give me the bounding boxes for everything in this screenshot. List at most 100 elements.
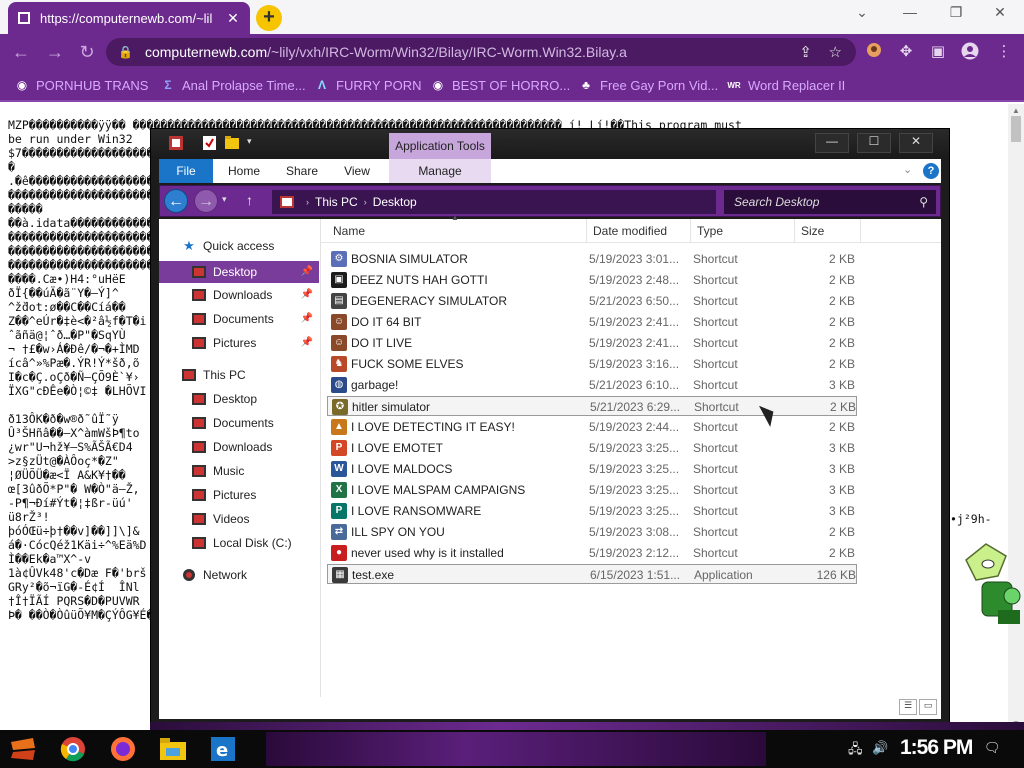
bookmark-item[interactable]: ◉ BEST OF HORRO...	[430, 77, 570, 93]
tab-view[interactable]: View	[335, 159, 379, 183]
up-folder-button[interactable]: ↑	[246, 192, 253, 208]
address-bar[interactable]: 🔒 computernewb.com/~lily/vxh/IRC-Worm/Wi…	[106, 38, 856, 66]
tab-share[interactable]: Share	[277, 159, 327, 183]
new-folder-icon[interactable]	[225, 136, 239, 152]
nav-pc-videos[interactable]: Videos	[159, 508, 319, 530]
bookmark-item[interactable]: Σ Anal Prolapse Time...	[160, 77, 305, 93]
file-row[interactable]: ⇄ ILL SPY ON YOU 5/19/2023 3:08... Shortcut…	[327, 522, 857, 542]
edge-taskbar-icon[interactable]: e	[208, 734, 238, 764]
file-row[interactable]: ☺ DO IT 64 BIT 5/19/2023 2:41... Shortcut 2 …	[327, 312, 857, 332]
network-tray-icon[interactable]: 🖧	[848, 740, 863, 762]
start-button[interactable]	[8, 734, 38, 764]
explorer-minimize-button[interactable]: —	[815, 133, 849, 153]
column-type[interactable]: Type	[691, 219, 795, 243]
explorer-maximize-button[interactable]: ☐	[857, 133, 891, 153]
downloads-icon	[191, 439, 207, 455]
explorer-close-button[interactable]: ✕	[899, 133, 933, 153]
chrome-taskbar-icon[interactable]	[58, 734, 88, 764]
page-scrollbar[interactable]: ▲ ▼	[1008, 104, 1024, 730]
file-row[interactable]: ▣ DEEZ NUTS HAH GOTTI 5/19/2023 2:48... Sho…	[327, 270, 857, 290]
file-row[interactable]: ▦ test.exe 6/15/2023 1:51... Application 126…	[327, 564, 857, 584]
file-row[interactable]: X I LOVE MALSPAM CAMPAIGNS 5/19/2023 3:25.…	[327, 480, 857, 500]
help-icon[interactable]: ?	[923, 163, 939, 179]
close-window-button[interactable]: ✕	[986, 4, 1014, 21]
nav-network[interactable]: Network	[159, 564, 319, 586]
file-row[interactable]: ◍ garbage! 5/21/2023 6:10... Shortcut 3 KB	[327, 375, 857, 395]
tab-close-icon[interactable]: ✕	[224, 10, 242, 27]
bookmark-item[interactable]: ♣ Free Gay Porn Vid...	[578, 77, 718, 93]
browser-tab[interactable]: https://computernewb.com/~lil ✕	[8, 2, 250, 34]
nav-pc-downloads[interactable]: Downloads	[159, 436, 319, 458]
side-panel-icon[interactable]: ▣	[928, 42, 948, 60]
pin-icon[interactable]: 📌	[301, 308, 313, 330]
nav-pc-local-disk[interactable]: Local Disk (C:)	[159, 532, 319, 554]
column-date-modified[interactable]: Date modified	[587, 219, 691, 243]
new-tab-button[interactable]: +	[256, 5, 282, 31]
large-icons-view-icon[interactable]: ▭	[919, 699, 937, 715]
bookmark-item[interactable]: WR Word Replacer II	[726, 77, 845, 93]
nav-pc-pictures[interactable]: Pictures	[159, 484, 319, 506]
breadcrumb-desktop[interactable]: Desktop	[373, 190, 417, 214]
tab-home[interactable]: Home	[219, 159, 269, 183]
tab-file[interactable]: File	[159, 159, 213, 183]
nav-quick-downloads[interactable]: Downloads 📌	[159, 284, 319, 306]
notifications-icon[interactable]: 🗨	[984, 740, 1001, 756]
explorer-app-icon[interactable]	[169, 136, 183, 153]
file-row[interactable]: P I LOVE RANSOMWARE 5/19/2023 3:25... Short…	[327, 501, 857, 521]
details-view-icon[interactable]: ☰	[899, 699, 917, 715]
minimize-button[interactable]: —	[896, 4, 924, 20]
nav-quick-pictures[interactable]: Pictures 📌	[159, 332, 319, 354]
nav-this-pc[interactable]: This PC	[159, 364, 319, 386]
firefox-taskbar-icon[interactable]	[108, 734, 138, 764]
file-row[interactable]: ♞ FUCK SOME ELVES 5/19/2023 3:16... Shortcu…	[327, 354, 857, 374]
pin-icon[interactable]: 📌	[301, 332, 313, 354]
share-icon[interactable]: ⇪	[799, 43, 812, 61]
breadcrumb-this-pc[interactable]: This PC	[315, 190, 358, 214]
properties-icon[interactable]	[203, 136, 216, 153]
file-row[interactable]: W I LOVE MALDOCS 5/19/2023 3:25... Shortcut…	[327, 459, 857, 479]
search-icon[interactable]: ⚲	[919, 190, 928, 214]
nav-quick-desktop[interactable]: Desktop 📌	[159, 261, 319, 283]
recent-locations-icon[interactable]: ▾	[222, 194, 227, 205]
file-row[interactable]: ✪ hitler simulator 5/21/2023 6:29... Shortc…	[327, 396, 857, 416]
explorer-forward-button[interactable]: →	[194, 189, 218, 213]
scroll-up-icon[interactable]: ▲	[1012, 106, 1020, 115]
bookmark-item[interactable]: Λ FURRY PORN	[314, 77, 422, 93]
volume-icon[interactable]: 🔊	[872, 740, 888, 756]
column-name[interactable]: Name	[327, 219, 587, 243]
file-row[interactable]: ▤ DEGENERACY SIMULATOR 5/21/2023 6:50... Sh…	[327, 291, 857, 311]
lock-icon[interactable]: 🔒	[118, 45, 133, 59]
file-row[interactable]: P I LOVE EMOTET 5/19/2023 3:25... Shortcut 3…	[327, 438, 857, 458]
tab-manage[interactable]: Manage	[389, 159, 491, 183]
nav-pc-documents[interactable]: Documents	[159, 412, 319, 434]
extensions-puzzle-icon[interactable]: ✥	[896, 42, 916, 60]
file-explorer-taskbar-icon[interactable]	[158, 734, 188, 764]
reload-button[interactable]: ↻	[76, 42, 98, 63]
nav-quick-access[interactable]: ★ Quick access	[181, 235, 341, 257]
bookmark-item[interactable]: ◉ PORNHUB TRANS	[14, 77, 149, 93]
pin-icon[interactable]: 📌	[301, 261, 313, 283]
qat-dropdown-icon[interactable]: ▾	[247, 136, 252, 147]
file-row[interactable]: ☺ DO IT LIVE 5/19/2023 2:41... Shortcut 2 KB	[327, 333, 857, 353]
back-button[interactable]: ←	[10, 42, 32, 63]
ribbon-expand-icon[interactable]: ⌄	[903, 163, 912, 176]
nav-quick-documents[interactable]: Documents 📌	[159, 308, 319, 330]
browser-menu-icon[interactable]: ⋮	[994, 42, 1014, 60]
search-input[interactable]: Search Desktop ⚲	[724, 190, 936, 214]
scrollbar-thumb[interactable]	[1011, 116, 1021, 142]
forward-button[interactable]: →	[44, 42, 66, 63]
nav-pc-music[interactable]: Music	[159, 460, 319, 482]
profile-avatar-icon[interactable]	[960, 42, 980, 64]
clock[interactable]: 1:56 PM	[900, 736, 973, 760]
breadcrumb[interactable]: › This PC › Desktop	[272, 190, 716, 214]
extension-avatar-icon[interactable]	[864, 42, 884, 62]
nav-pc-desktop[interactable]: Desktop	[159, 388, 319, 410]
bookmark-star-icon[interactable]: ☆	[829, 43, 842, 61]
tab-search-chevron-icon[interactable]: ⌄	[848, 4, 876, 21]
pin-icon[interactable]: 📌	[301, 284, 313, 306]
file-row[interactable]: ● never used why is it installed 5/19/2023…	[327, 543, 857, 563]
column-size[interactable]: Size	[795, 219, 861, 243]
file-row[interactable]: ⚙ BOSNIA SIMULATOR 5/19/2023 3:01... Shortc…	[327, 249, 857, 269]
restore-button[interactable]: ❐	[942, 4, 970, 21]
explorer-back-button[interactable]: ←	[164, 189, 188, 213]
